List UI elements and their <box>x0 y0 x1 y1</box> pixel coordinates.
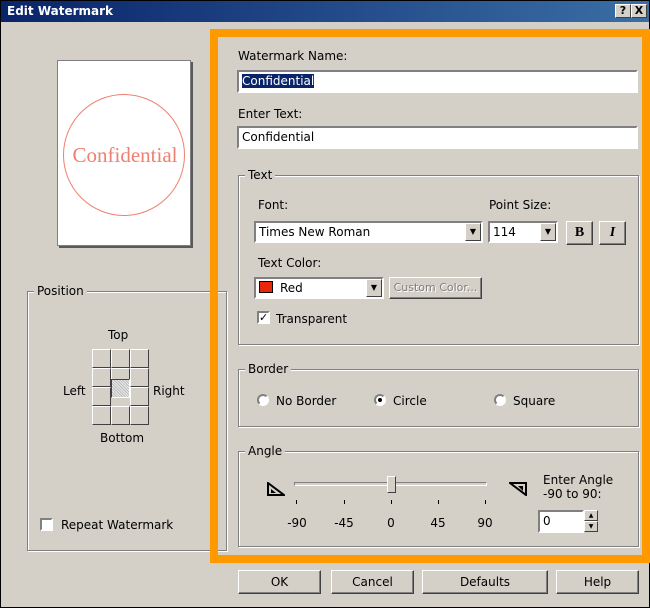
position-center[interactable] <box>111 379 130 398</box>
angle-tick <box>344 500 345 504</box>
preview-watermark-text: Confidential <box>72 143 178 167</box>
no-border-label: No Border <box>276 394 337 408</box>
window-title: Edit Watermark <box>7 4 114 18</box>
help-title-button[interactable]: ? <box>615 4 631 18</box>
angle-tick <box>296 500 297 504</box>
chevron-down-icon[interactable]: ▼ <box>540 223 556 241</box>
ok-button[interactable]: OK <box>238 570 321 594</box>
square-radio[interactable] <box>494 394 506 406</box>
text-color-label: Text Color: <box>258 256 322 270</box>
tick-label: 0 <box>387 516 395 530</box>
angle-right-icon[interactable] <box>509 482 527 496</box>
position-bottom-left[interactable] <box>92 406 111 425</box>
title-bar: Edit Watermark ? X <box>1 1 649 22</box>
angle-tick <box>438 500 439 504</box>
position-bottom-center[interactable] <box>111 406 130 425</box>
font-select[interactable]: Times New Roman ▼ <box>254 221 483 243</box>
enter-text-input[interactable]: Confidential <box>237 126 638 149</box>
cancel-button[interactable]: Cancel <box>331 570 414 594</box>
position-middle-left[interactable] <box>92 387 111 406</box>
font-label: Font: <box>258 198 289 212</box>
angle-slider-thumb[interactable] <box>386 476 396 493</box>
text-legend: Text <box>245 168 276 182</box>
position-right-label: Right <box>153 384 185 398</box>
position-middle-right[interactable] <box>130 387 149 406</box>
watermark-name-label: Watermark Name: <box>238 49 348 63</box>
position-bottom-label: Bottom <box>100 431 145 445</box>
angle-legend: Angle <box>245 444 286 458</box>
position-top-left[interactable] <box>92 349 111 368</box>
bold-button[interactable]: B <box>566 221 593 245</box>
angle-tick <box>391 500 392 504</box>
angle-left-icon[interactable] <box>267 482 285 496</box>
defaults-button[interactable]: Defaults <box>422 570 548 594</box>
angle-input[interactable]: 0 <box>538 510 584 533</box>
italic-button[interactable]: I <box>599 221 626 245</box>
enter-text-label: Enter Text: <box>238 107 303 121</box>
angle-tick <box>485 500 486 504</box>
color-swatch-icon <box>259 281 273 293</box>
repeat-watermark-label: Repeat Watermark <box>61 518 174 532</box>
custom-color-button[interactable]: Custom Color... <box>389 277 482 299</box>
square-label: Square <box>513 394 556 408</box>
position-bottom-right[interactable] <box>130 406 149 425</box>
position-legend: Position <box>34 284 87 298</box>
position-upper-right[interactable] <box>130 368 149 387</box>
spin-down-icon[interactable]: ▼ <box>584 521 598 532</box>
position-top-center[interactable] <box>111 349 130 368</box>
watermark-name-input[interactable]: Confidential <box>237 70 638 93</box>
position-top-right[interactable] <box>130 349 149 368</box>
position-upper-left[interactable] <box>92 368 111 387</box>
close-title-button[interactable]: X <box>631 4 647 18</box>
circle-radio[interactable] <box>374 394 386 406</box>
position-left-label: Left <box>63 384 86 398</box>
tick-label: 90 <box>477 516 493 530</box>
no-border-radio[interactable] <box>257 394 269 406</box>
watermark-preview: Confidential <box>57 60 191 246</box>
tick-label: -90 <box>287 516 307 530</box>
point-size-value: 114 <box>493 225 516 239</box>
enter-angle-label: Enter Angle <box>543 473 614 487</box>
tick-label: -45 <box>334 516 354 530</box>
font-select-value: Times New Roman <box>259 225 371 239</box>
repeat-watermark-checkbox[interactable] <box>40 518 53 531</box>
text-color-select[interactable]: Red ▼ <box>254 277 384 299</box>
edit-watermark-dialog: Edit Watermark ? X Confidential Position… <box>0 0 650 608</box>
point-size-label: Point Size: <box>489 198 552 212</box>
chevron-down-icon[interactable]: ▼ <box>465 223 481 241</box>
help-button[interactable]: Help <box>556 570 639 594</box>
tick-label: 45 <box>430 516 446 530</box>
circle-label: Circle <box>393 394 427 408</box>
position-top-label: Top <box>108 328 129 342</box>
transparent-checkbox[interactable]: ✓ <box>257 311 270 324</box>
text-color-value: Red <box>280 281 303 295</box>
angle-range-label: -90 to 90: <box>543 487 602 501</box>
watermark-name-value: Confidential <box>242 74 315 88</box>
border-legend: Border <box>245 362 292 376</box>
chevron-down-icon[interactable]: ▼ <box>366 279 382 297</box>
spin-up-icon[interactable]: ▲ <box>584 510 598 521</box>
transparent-label: Transparent <box>276 312 348 326</box>
point-size-select[interactable]: 114 ▼ <box>488 221 558 243</box>
